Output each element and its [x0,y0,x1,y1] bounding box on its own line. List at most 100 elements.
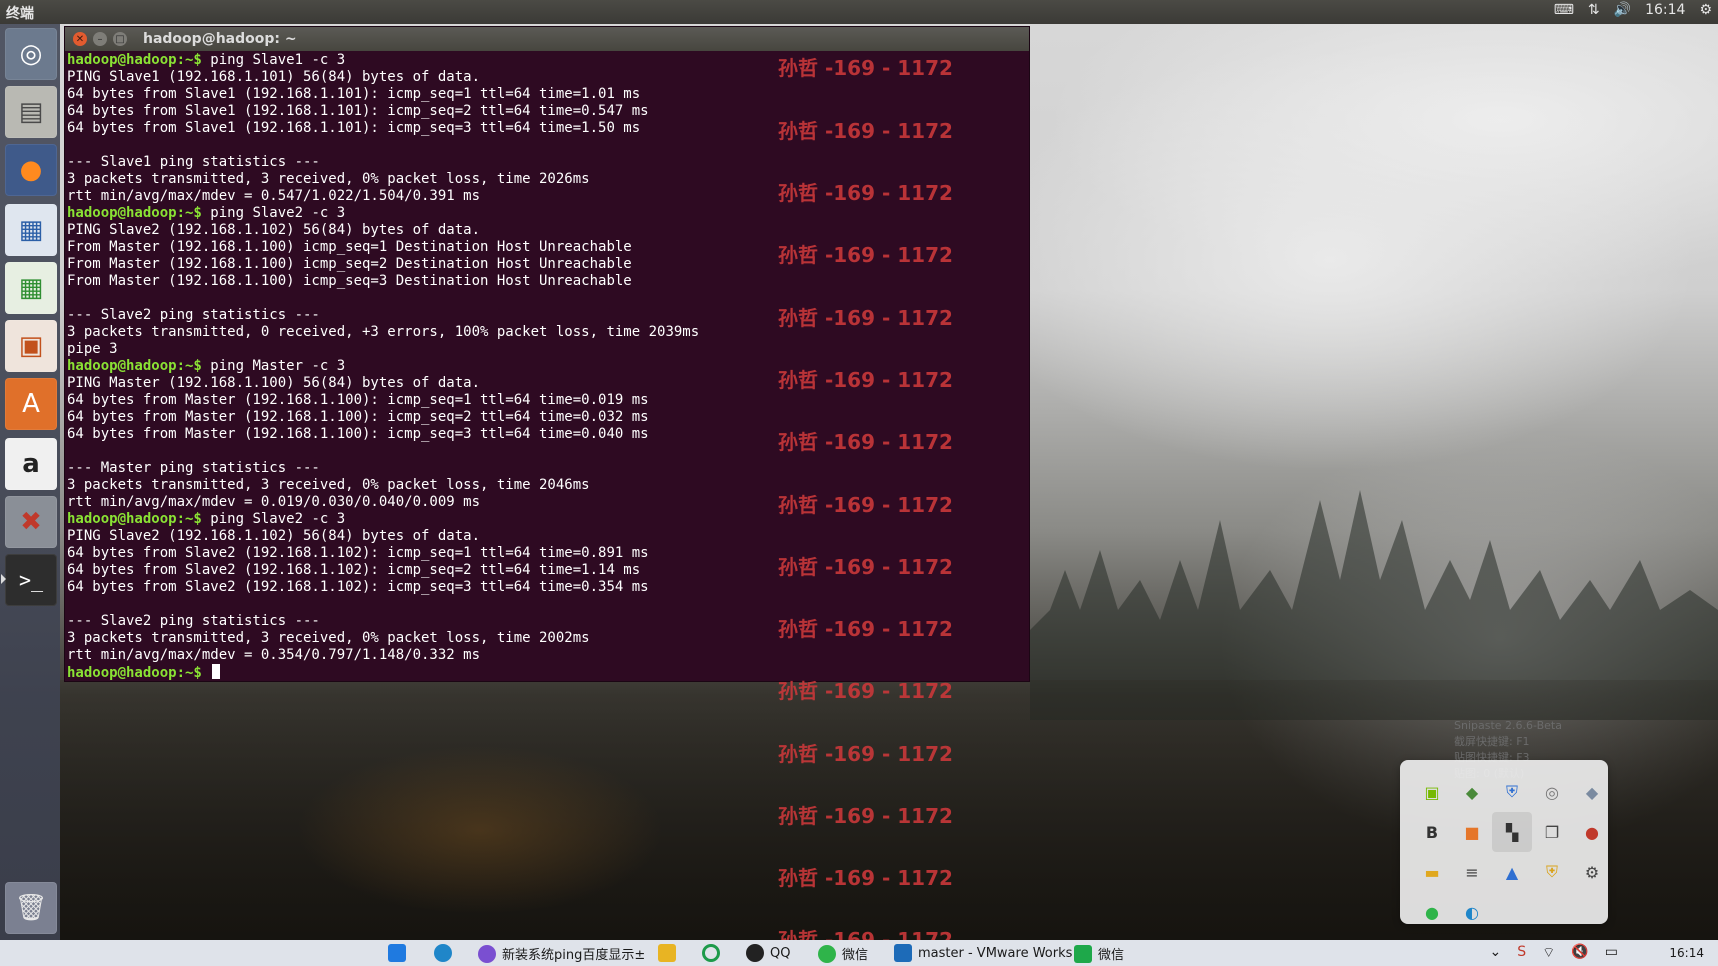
terminal-text: 64 bytes from Slave1 (192.168.1.101): ic… [67,120,641,136]
folder-icon[interactable]: ▬ [1412,852,1452,892]
amazon-button[interactable]: a [5,438,57,490]
security-warning-icon[interactable]: ▲ [1492,852,1532,892]
battery-icon[interactable]: ▭ [1605,944,1618,962]
settings-icon[interactable]: ⚙ [1572,852,1612,892]
terminal-line: 64 bytes from Slave2 (192.168.1.102): ic… [67,579,1029,596]
shell-prompt: hadoop@hadoop:~$ [67,52,211,68]
taskbar-wechat[interactable]: 微信 [818,944,868,963]
system-settings-button[interactable]: ✖ [5,496,57,548]
shield-icon[interactable]: ⛨ [1492,772,1532,812]
chevron-down-icon[interactable]: ⌄ [1490,944,1502,962]
edge-icon[interactable]: ◐ [1452,892,1492,932]
watermark-text: 孙哲 -169 - 1172 [778,742,953,766]
terminal-text: 3 packets transmitted, 3 received, 0% pa… [67,171,590,187]
watermark-text: 孙哲 -169 - 1172 [778,679,953,703]
terminal-text: 64 bytes from Master (192.168.1.100): ic… [67,409,649,425]
ubuntu-logo-icon: ◎ [19,39,43,69]
running-indicator [1,574,6,584]
dash-home-button[interactable]: ◎ [5,28,57,80]
terminal-icon: >_ [18,568,44,592]
text-tool-icon[interactable]: ≡ [1452,852,1492,892]
app-tray-icon[interactable]: ◆ [1452,772,1492,812]
taskbar-wechat-2[interactable]: 微信 [1074,944,1124,963]
orange-app-icon[interactable]: ■ [1452,812,1492,852]
wrench-icon: ✖ [20,507,42,537]
system-tray: ⌄ S ⌔ 🔇 ▭ [1490,944,1618,962]
writer-button[interactable]: ▦ [5,204,57,256]
firefox-button[interactable]: ● [5,144,57,196]
calc-button[interactable]: ▦ [5,262,57,314]
terminal-text: --- Slave2 ping statistics --- [67,307,320,323]
terminal-button[interactable]: >_ [1,554,57,606]
software-center-button[interactable]: A [5,378,57,430]
edge-icon [434,944,452,962]
terminal-line: 64 bytes from Master (192.168.1.100): ic… [67,392,1029,409]
nvidia-icon[interactable]: ▣ [1412,772,1452,812]
shell-prompt: hadoop@hadoop:~$ [67,205,211,221]
start-button[interactable] [388,944,406,962]
terminal-title: hadoop@hadoop: ~ [143,31,297,47]
qq-icon[interactable]: ● [1572,812,1612,852]
terminal-text: 64 bytes from Master (192.168.1.100): ic… [67,426,649,442]
mute-icon[interactable]: 🔇 [1571,944,1588,962]
copy-icon[interactable]: ❐ [1532,812,1572,852]
diamond-icon[interactable]: ◆ [1572,772,1612,812]
wechat-icon [1074,944,1092,963]
taskbar-refresh[interactable] [702,944,720,962]
taskbar-wechat-label: 微信 [842,948,869,963]
bold-b-icon[interactable]: B [1412,812,1452,852]
presentation-icon: ▣ [18,331,44,361]
terminal-line: PING Slave2 (192.168.1.102) 56(84) bytes… [67,222,1029,239]
minimize-icon: – [97,33,103,45]
gamepad-icon[interactable]: ◎ [1532,772,1572,812]
watermark-text: 孙哲 -169 - 1172 [778,181,953,205]
terminal-text: 64 bytes from Slave2 (192.168.1.102): ic… [67,579,649,595]
active-app-title: 终端 [6,6,34,22]
volume-icon[interactable]: 🔊 [1614,2,1631,18]
taskbar-qq-label: QQ [770,945,791,961]
taskbar-qq[interactable]: QQ [746,944,790,962]
browser-icon [478,944,496,963]
taskbar-edge[interactable] [434,944,452,962]
impress-button[interactable]: ▣ [5,320,57,372]
trash-icon: 🗑 [14,893,48,923]
watermark-text: 孙哲 -169 - 1172 [778,243,953,267]
gear-icon[interactable]: ⚙ [1699,2,1712,18]
terminal-text: From Master (192.168.1.100) icmp_seq=3 D… [67,273,632,289]
trash-button[interactable]: 🗑 [5,882,57,934]
close-button[interactable]: ✕ [73,32,87,46]
terminal-line: 64 bytes from Slave1 (192.168.1.101): ic… [67,86,1029,103]
terminal-text: rtt min/avg/max/mdev = 0.019/0.030/0.040… [67,494,481,510]
launcher: ◎ ▤ ● ▦ ▦ ▣ A a ✖ >_ 🗑 [0,24,60,940]
network-icon[interactable]: ⇅ [1588,2,1600,18]
taskbar-browser[interactable]: 新装系统ping百度显示± [478,944,645,963]
wechat-icon[interactable]: ● [1412,892,1452,932]
files-button[interactable]: ▤ [5,86,57,138]
defender-icon[interactable]: ⛨ [1532,852,1572,892]
terminal-text: 64 bytes from Slave2 (192.168.1.102): ic… [67,562,641,578]
close-icon: ✕ [75,33,85,45]
shopping-bag-icon: A [22,389,40,419]
wifi-icon[interactable]: ⌔ [1542,944,1555,962]
watermark-text: 孙哲 -169 - 1172 [778,306,953,330]
top-panel: 终端 ⌨ ⇅ 🔊 16:14 ⚙ [0,0,1718,24]
keyboard-icon[interactable]: ⌨ [1554,2,1574,18]
watermark-text: 孙哲 -169 - 1172 [778,866,953,890]
clock[interactable]: 16:14 [1645,2,1685,18]
maximize-button[interactable]: □ [113,32,127,46]
taskbar-clock[interactable]: 16:14 [1669,946,1704,960]
snipaste-icon[interactable]: ▚ [1492,812,1532,852]
input-method-icon[interactable]: S [1517,944,1526,962]
watermark-text: 孙哲 -169 - 1172 [778,617,953,641]
terminal-text: rtt min/avg/max/mdev = 0.354/0.797/1.148… [67,647,481,663]
folder-icon [658,944,676,962]
taskbar-vmware[interactable]: master - VMware Works [894,944,1072,962]
terminal-text: PING Slave2 (192.168.1.102) 56(84) bytes… [67,222,481,238]
watermark-text: 孙哲 -169 - 1172 [778,119,953,143]
terminal-text: 3 packets transmitted, 3 received, 0% pa… [67,477,590,493]
minimize-button[interactable]: – [93,32,107,46]
terminal-titlebar[interactable]: ✕ – □ hadoop@hadoop: ~ [65,27,1029,51]
taskbar-explorer[interactable] [658,944,676,962]
terminal-text: --- Slave1 ping statistics --- [67,154,320,170]
